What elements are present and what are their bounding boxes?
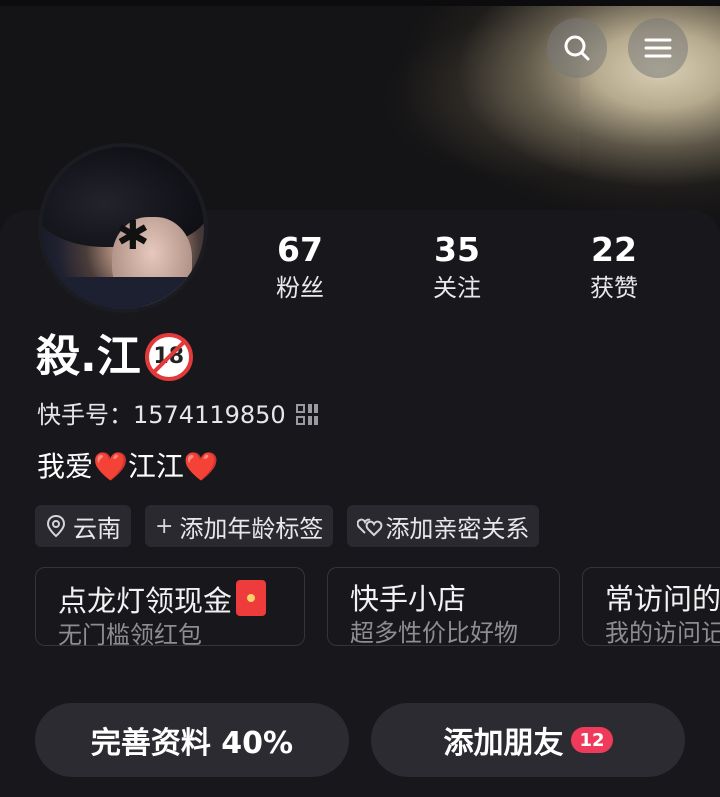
spider-icon: ✱ xyxy=(116,213,150,259)
feature-card-title: 常访问的 xyxy=(605,582,720,616)
profile-actions: 完善资料 40% 添加朋友 12 xyxy=(35,703,685,777)
complete-profile-button[interactable]: 完善资料 40% xyxy=(35,703,349,777)
search-icon xyxy=(564,35,590,61)
tag-add-age-label: 添加年龄标签 xyxy=(179,514,324,543)
tag-location[interactable]: 云南 xyxy=(35,505,131,547)
feature-card-shop[interactable]: 快手小店 超多性价比好物 xyxy=(327,567,560,647)
tag-add-age[interactable]: + 添加年龄标签 xyxy=(145,505,334,547)
avatar[interactable]: ✱ xyxy=(38,143,208,313)
feature-card-frequent-visits[interactable]: 常访问的 我的访问记 xyxy=(582,567,720,646)
feature-cards: 点龙灯领现金 无门槛领红包 快手小店 超多性价比好物 常访问的 我的访问记 xyxy=(35,567,720,649)
tag-add-relationship-label: 添加亲密关系 xyxy=(385,514,530,543)
tag-add-relationship[interactable]: 添加亲密关系 xyxy=(347,505,540,547)
add-friends-label: 添加朋友 xyxy=(443,726,564,761)
age-18-badge-icon: 18 xyxy=(144,333,193,381)
menu-button[interactable] xyxy=(628,18,688,78)
feature-card-title: 点龙灯领现金 xyxy=(58,584,233,618)
followers-count: 67 xyxy=(277,230,323,269)
kuaishou-id-value: 1574119850 xyxy=(133,401,286,429)
feature-card-subtitle: 我的访问记 xyxy=(605,619,720,646)
hamburger-menu-icon xyxy=(644,38,672,58)
likes-count: 22 xyxy=(591,230,637,269)
plus-icon: + xyxy=(155,513,174,539)
feature-card-subtitle: 无门槛领红包 xyxy=(58,621,202,649)
red-packet-icon xyxy=(236,580,267,616)
stat-likes[interactable]: 22 获赞 xyxy=(554,230,674,304)
following-count: 35 xyxy=(434,230,480,269)
likes-label: 获赞 xyxy=(590,274,638,302)
kuaishou-id[interactable]: 快手号： 1574119850 xyxy=(37,398,318,432)
profile-bio: 我爱❤️江江❤️ xyxy=(37,450,219,483)
search-button[interactable] xyxy=(547,18,607,78)
hearts-icon xyxy=(357,518,383,537)
stat-followers[interactable]: 67 粉丝 xyxy=(240,230,360,304)
feature-card-subtitle: 超多性价比好物 xyxy=(350,619,518,647)
add-friends-button[interactable]: 添加朋友 12 xyxy=(371,703,685,777)
profile-name: 殺.江 18 xyxy=(36,330,193,384)
qr-code-icon[interactable] xyxy=(295,404,318,426)
kuaishou-id-label: 快手号： xyxy=(37,401,133,429)
stat-following[interactable]: 35 关注 xyxy=(397,230,517,304)
profile-tags: 云南 + 添加年龄标签 添加亲密关系 xyxy=(35,505,540,547)
following-label: 关注 xyxy=(433,274,481,302)
tag-location-label: 云南 xyxy=(73,514,121,543)
feature-card-title: 快手小店 xyxy=(350,582,467,616)
location-pin-icon xyxy=(46,514,66,538)
profile-name-text: 殺.江 xyxy=(36,331,141,382)
followers-label: 粉丝 xyxy=(276,274,324,302)
feature-card-lantern-cash[interactable]: 点龙灯领现金 无门槛领红包 xyxy=(35,567,305,649)
avatar-image: ✱ xyxy=(42,147,204,309)
add-friends-count-badge: 12 xyxy=(571,727,613,753)
